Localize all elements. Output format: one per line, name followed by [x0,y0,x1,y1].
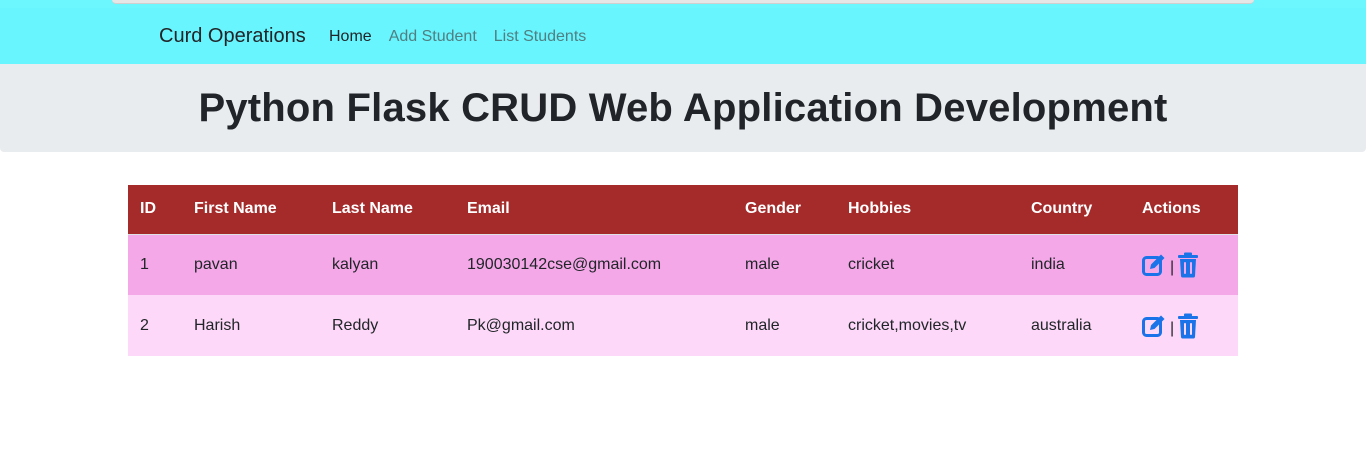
cell-country: australia [1031,316,1092,334]
cell-gender: male [745,316,780,334]
jumbotron: Python Flask CRUD Web Application Develo… [0,64,1366,152]
action-separator: | [1170,319,1175,337]
students-table: ID First Name Last Name Email Gender Hob… [128,185,1238,356]
cell-first-name: Harish [194,316,241,334]
browser-chrome-strip [0,0,1366,8]
nav-link-list-students[interactable]: List Students [494,28,587,46]
navbar: Curd Operations Home Add Student List St… [0,8,1366,64]
cell-last-name: kalyan [332,255,379,273]
students-table-container: ID First Name Last Name Email Gender Hob… [128,185,1238,356]
cell-hobbies: cricket [848,255,895,273]
table-header-row: ID First Name Last Name Email Gender Hob… [128,185,1238,235]
column-header-email: Email [455,185,733,235]
table-header: ID First Name Last Name Email Gender Hob… [128,185,1238,235]
column-header-actions: Actions [1130,185,1238,235]
trash-icon[interactable] [1177,252,1201,278]
edit-icon[interactable] [1142,313,1166,339]
nav-link-add-student[interactable]: Add Student [389,28,477,46]
cell-last-name: Reddy [332,316,379,334]
column-header-hobbies: Hobbies [836,185,1019,235]
edit-icon[interactable] [1142,252,1166,278]
page-title: Python Flask CRUD Web Application Develo… [198,85,1168,130]
column-header-first-name: First Name [182,185,320,235]
cell-gender: male [745,255,780,273]
table-row: 1 pavan kalyan 190030142cse@gmail.com ma… [128,234,1238,295]
nav-links: Home Add Student List Students [329,28,603,46]
cell-id: 2 [140,316,149,334]
trash-icon[interactable] [1177,313,1201,339]
cell-email: Pk@gmail.com [467,316,575,334]
cell-hobbies: cricket,movies,tv [848,316,967,334]
cell-email: 190030142cse@gmail.com [467,255,662,273]
cell-actions: | [1130,295,1238,356]
navbar-brand[interactable]: Curd Operations [159,25,306,48]
column-header-gender: Gender [733,185,836,235]
column-header-country: Country [1019,185,1130,235]
row-actions: | [1142,313,1226,339]
cell-country: india [1031,255,1065,273]
cell-actions: | [1130,234,1238,295]
cell-first-name: pavan [194,255,238,273]
row-actions: | [1142,252,1226,278]
table-row: 2 Harish Reddy Pk@gmail.com male cricket… [128,295,1238,356]
cell-id: 1 [140,255,149,273]
nav-link-home[interactable]: Home [329,28,372,46]
column-header-id: ID [128,185,182,235]
column-header-last-name: Last Name [320,185,455,235]
table-body: 1 pavan kalyan 190030142cse@gmail.com ma… [128,234,1238,356]
browser-tab-edge [112,0,1254,4]
action-separator: | [1170,258,1175,276]
